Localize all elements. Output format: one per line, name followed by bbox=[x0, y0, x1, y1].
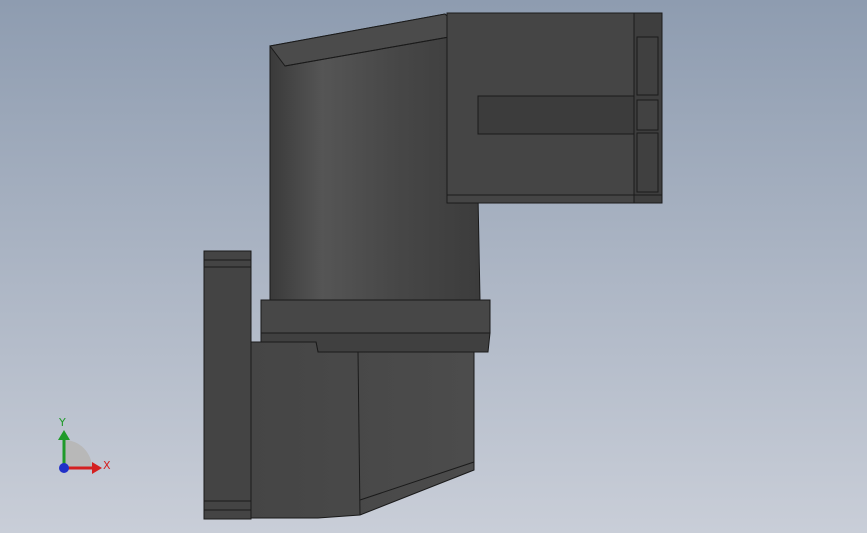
y-axis-label: Y bbox=[58, 416, 66, 429]
mounting-plate bbox=[203, 250, 252, 520]
3d-model-viewport[interactable]: Y X bbox=[0, 0, 867, 533]
connector-slot bbox=[477, 95, 635, 135]
z-axis-dot bbox=[59, 463, 69, 473]
flange-ring bbox=[260, 299, 491, 334]
x-axis-label: X bbox=[103, 459, 111, 472]
model-canvas[interactable]: Y X bbox=[0, 0, 867, 533]
